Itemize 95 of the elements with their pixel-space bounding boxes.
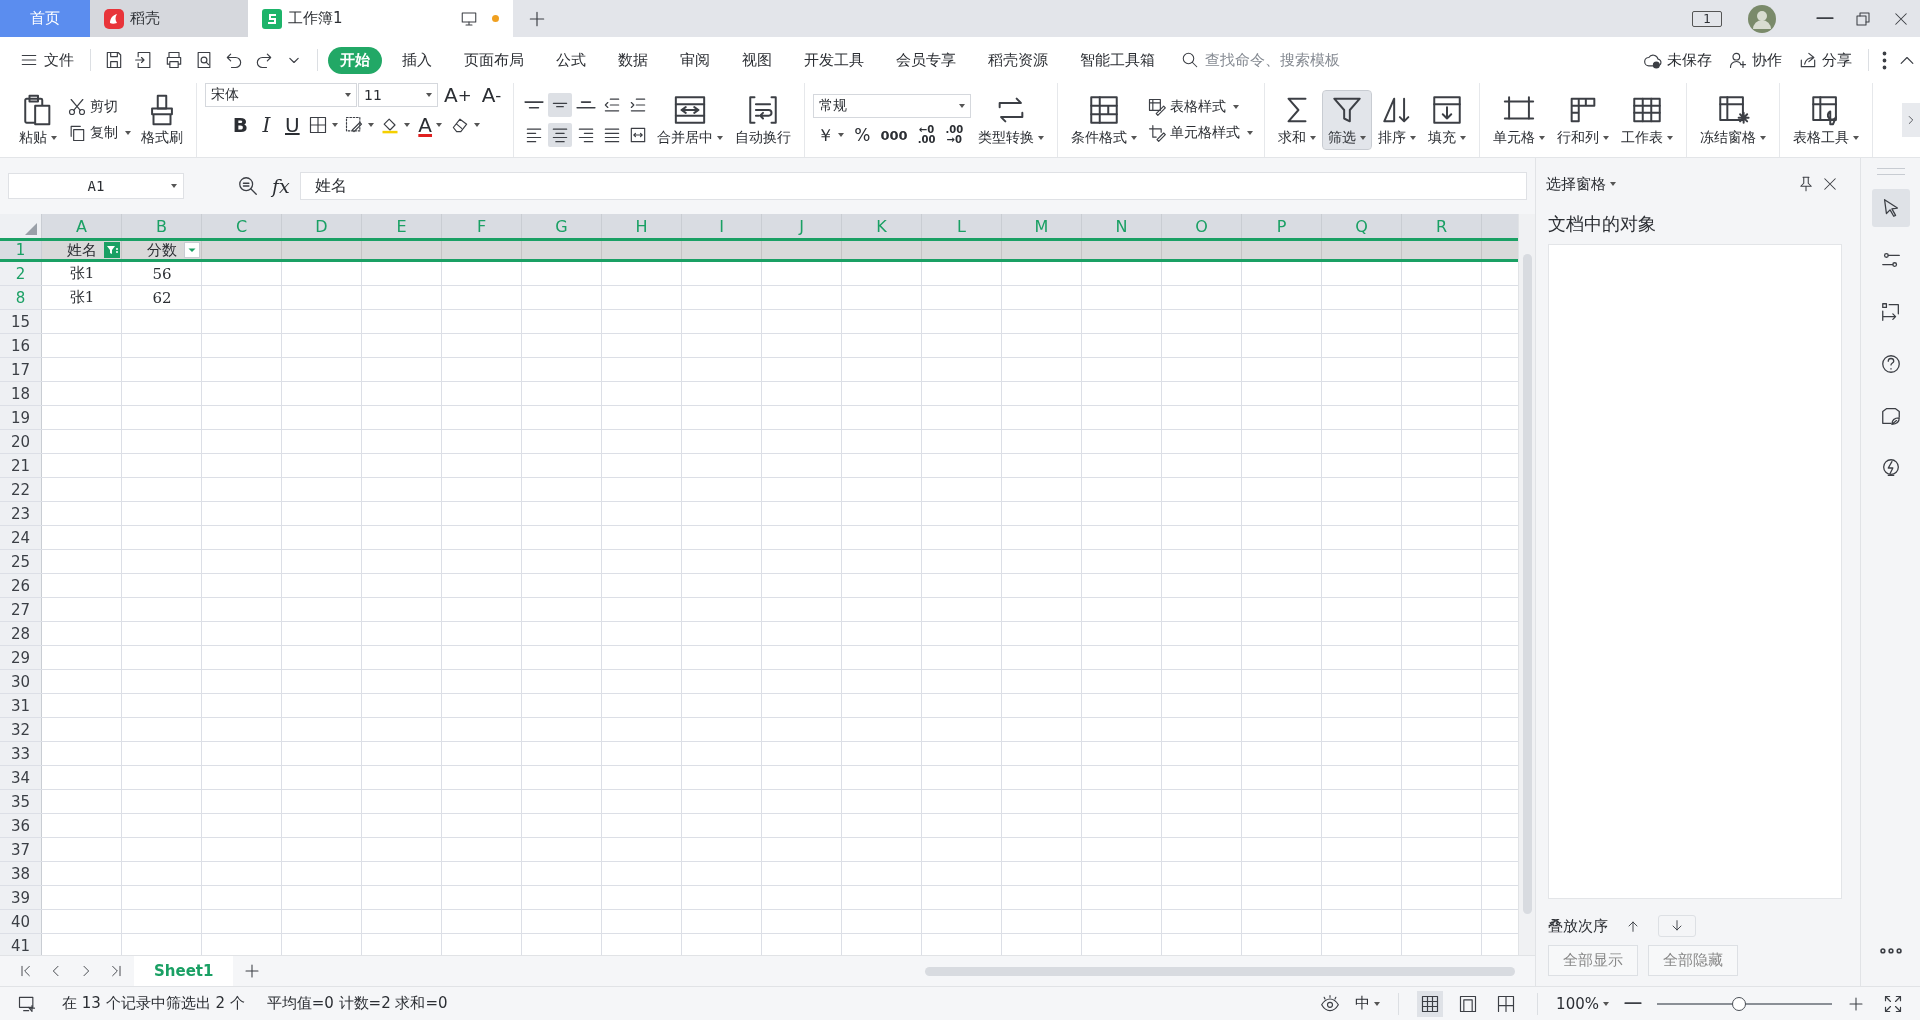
selection-stats: 平均值=0 计数=2 求和=0 — [266, 994, 448, 1013]
document-tab[interactable]: 稻壳 — [90, 0, 248, 37]
row-header[interactable]: 21 — [0, 454, 42, 477]
row-header[interactable]: 20 — [0, 430, 42, 453]
ribbon-tab[interactable]: 智能工具箱 — [1068, 46, 1167, 74]
table-cell: 张1 — [69, 288, 95, 307]
file-menu[interactable]: 文件 — [14, 50, 80, 70]
row-header[interactable]: 31 — [0, 694, 42, 717]
merge-center-button[interactable]: 合并居中 — [652, 91, 729, 149]
ribbon-tab[interactable]: 审阅 — [668, 46, 722, 74]
row-header[interactable]: 19 — [0, 406, 42, 429]
row-header[interactable]: 18 — [0, 382, 42, 405]
row-header[interactable]: 16 — [0, 334, 42, 357]
format-painter-button[interactable]: 格式刷 — [136, 91, 188, 149]
row-header[interactable]: 32 — [0, 718, 42, 741]
rows-columns-button[interactable]: 行和列 — [1552, 91, 1615, 149]
document-tab[interactable]: 工作簿1 — [248, 0, 513, 37]
underline-button[interactable]: U — [280, 113, 305, 137]
row-header[interactable]: 23 — [0, 502, 42, 525]
row-header[interactable]: 36 — [0, 814, 42, 837]
pane-button[interactable]: 全部隐藏 — [1648, 945, 1738, 976]
pane-heading: 文档中的对象 — [1548, 212, 1657, 236]
currency-button[interactable]: ￥ — [813, 123, 849, 147]
pane-title-button[interactable]: 选择窗格 — [1546, 174, 1616, 194]
table-cell: 62 — [152, 288, 172, 307]
selected-row[interactable]: 1 姓名 分数 — [0, 238, 1518, 262]
row-header[interactable]: 29 — [0, 646, 42, 669]
ribbon-tab[interactable]: 公式 — [544, 46, 598, 74]
sort-button[interactable]: 排序 — [1373, 91, 1422, 149]
row-header[interactable]: 30 — [0, 670, 42, 693]
ribbon-tab[interactable]: 数据 — [606, 46, 660, 74]
font-color-button[interactable]: A — [414, 113, 446, 137]
row-header[interactable]: 28 — [0, 622, 42, 645]
wrap-text-button[interactable]: 自动换行 — [730, 91, 797, 149]
ribbon-tab[interactable]: 页面布局 — [452, 46, 536, 74]
window-mode-button[interactable]: 1 — [1692, 10, 1722, 27]
copy-button[interactable]: 复制 — [64, 122, 134, 144]
row-header[interactable]: 22 — [0, 478, 42, 501]
fill-button[interactable]: 填充 — [1423, 91, 1472, 149]
row-header[interactable]: 34 — [0, 766, 42, 789]
share-button[interactable]: 分享 — [1792, 50, 1858, 70]
increase-decimal-button[interactable]: ←0 .00 — [913, 125, 940, 145]
convert-type-button[interactable]: 类型转换 — [973, 91, 1050, 149]
table-cell: 张1 — [69, 264, 95, 283]
row-header[interactable]: 26 — [0, 574, 42, 597]
conditional-format-button[interactable]: 条件格式 — [1066, 91, 1143, 149]
order-label: 叠放次序 — [1548, 916, 1608, 936]
ribbon-tab[interactable]: 会员专享 — [884, 46, 968, 74]
paste-button[interactable]: 粘贴 — [14, 91, 62, 149]
bold-button[interactable]: B — [228, 113, 253, 137]
cut-button[interactable]: 剪切 — [64, 96, 134, 118]
row-header[interactable]: 25 — [0, 550, 42, 573]
row-header[interactable]: 17 — [0, 358, 42, 381]
sum-button[interactable]: 求和 — [1273, 91, 1322, 149]
row-header[interactable]: 41 — [0, 934, 42, 955]
row-header[interactable]: 24 — [0, 526, 42, 549]
pane-button[interactable]: 全部显示 — [1548, 945, 1638, 976]
table-style-button[interactable]: 表格样式 — [1144, 96, 1257, 118]
table-cell: 姓名 — [67, 240, 97, 260]
number-format-select[interactable]: 常规 — [813, 93, 972, 118]
table-cell: 56 — [152, 264, 172, 283]
row-header[interactable]: 35 — [0, 790, 42, 813]
zoom-level-button[interactable]: 100% — [1556, 994, 1609, 1013]
function-label[interactable]: fx — [272, 175, 290, 197]
save-status-button[interactable]: 未保存 — [1637, 50, 1718, 70]
ribbon-tab[interactable]: 插入 — [390, 46, 444, 74]
input-method-button[interactable]: 中 — [1355, 994, 1381, 1013]
percent-button[interactable]: % — [850, 125, 875, 145]
row-header[interactable]: 15 — [0, 310, 42, 333]
freeze-panes-button[interactable]: 冻结窗格 — [1695, 91, 1772, 149]
row-header[interactable]: 27 — [0, 598, 42, 621]
cell-style-button[interactable]: 单元格样式 — [1144, 122, 1257, 144]
row-header[interactable]: 38 — [0, 862, 42, 885]
font-name-select[interactable]: 宋体 — [205, 83, 357, 107]
row-header[interactable]: 33 — [0, 742, 42, 765]
ribbon-tab[interactable]: 视图 — [730, 46, 784, 74]
collaborate-button[interactable]: 协作 — [1722, 50, 1788, 70]
command-search-field[interactable]: 查找命令、搜索模板 — [1181, 50, 1377, 70]
italic-button[interactable]: I — [254, 113, 279, 137]
row-header[interactable]: 37 — [0, 838, 42, 861]
row-header[interactable]: 40 — [0, 910, 42, 933]
worksheet-button[interactable]: 工作表 — [1616, 91, 1679, 149]
cell-button[interactable]: 单元格 — [1488, 91, 1551, 149]
name-box[interactable]: A1 — [8, 173, 184, 199]
decrease-decimal-button[interactable]: .00 →0 — [941, 125, 968, 145]
table-cell: 分数 — [147, 240, 177, 260]
filter-button[interactable]: 筛选 — [1323, 91, 1372, 149]
ribbon-tab[interactable]: 开发工具 — [792, 46, 876, 74]
formula-input[interactable]: 姓名 — [299, 172, 1527, 200]
font-size-select[interactable]: 11 — [358, 83, 438, 107]
thousands-button[interactable]: 000 — [876, 127, 912, 143]
filter-info: 在 13 个记录中筛选出 2 个 — [62, 994, 245, 1013]
table-tools-button[interactable]: 表格工具 — [1788, 91, 1865, 149]
row-header[interactable]: 39 — [0, 886, 42, 909]
ribbon-tab[interactable]: 稻壳资源 — [976, 46, 1060, 74]
